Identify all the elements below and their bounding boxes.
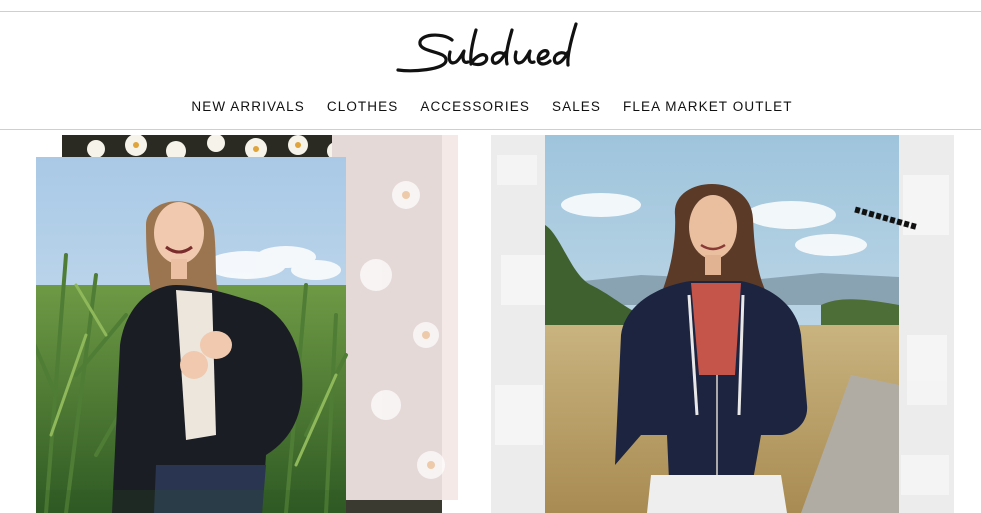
nav-item-new-arrivals[interactable]: NEW ARRIVALS — [191, 96, 304, 118]
left-promo-image[interactable] — [36, 135, 458, 513]
woman-in-bomber-jacket-photo-icon — [36, 135, 458, 513]
nav-item-clothes[interactable]: CLOTHES — [327, 96, 398, 118]
nav-item-sales[interactable]: SALES — [552, 96, 601, 118]
nav-item-flea-market-outlet[interactable]: FLEA MARKET OUTLET — [623, 96, 793, 118]
subdued-logo-icon — [396, 22, 578, 73]
page: NEW ARRIVALS CLOTHES ACCESSORIES SALES F… — [0, 0, 981, 513]
nav-divider — [0, 129, 981, 130]
main-navigation: NEW ARRIVALS CLOTHES ACCESSORIES SALES F… — [0, 96, 981, 118]
nav-item-accessories[interactable]: ACCESSORIES — [420, 96, 530, 118]
brand-logo[interactable] — [390, 18, 590, 80]
right-promo-image[interactable] — [491, 135, 954, 513]
top-divider — [0, 11, 981, 12]
woman-in-navy-hoodie-photo-icon — [491, 135, 954, 513]
